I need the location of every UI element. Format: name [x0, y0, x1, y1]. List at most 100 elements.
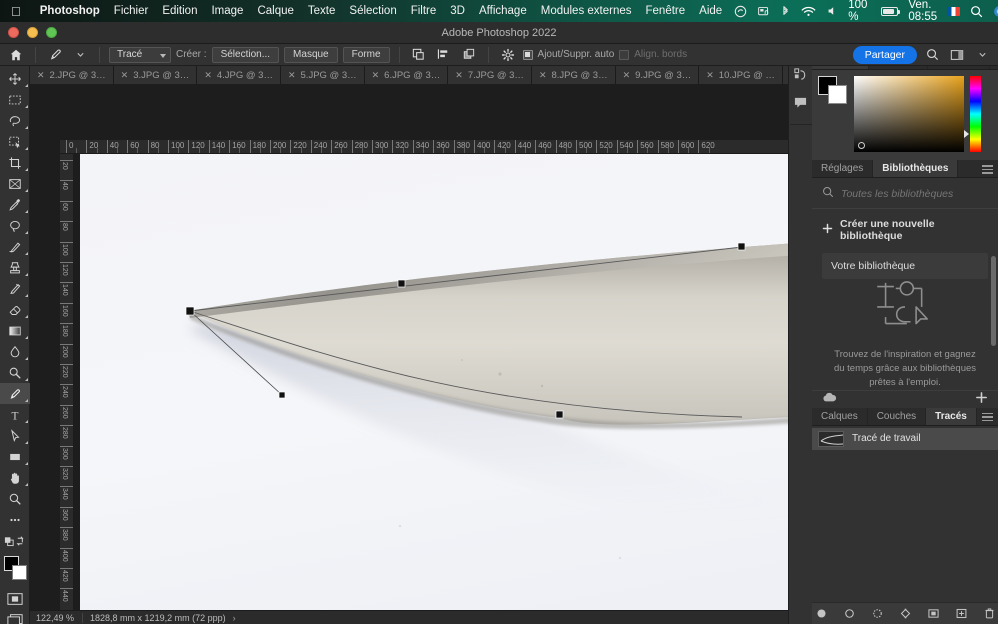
close-icon[interactable]: ✕ — [288, 70, 296, 81]
menu-filtre[interactable]: Filtre — [404, 5, 444, 17]
battery-icon[interactable] — [872, 6, 903, 16]
default-colors-icon[interactable] — [0, 530, 30, 551]
zoom-level-field[interactable]: 122,49 % — [30, 613, 82, 623]
search-icon[interactable] — [922, 46, 942, 64]
eyedropper-tool[interactable] — [0, 194, 30, 215]
new-path-icon[interactable] — [955, 607, 968, 620]
auto-add-delete-checkbox[interactable] — [522, 49, 533, 60]
add-library-item-icon[interactable] — [975, 391, 988, 407]
panel-menu-icon[interactable] — [982, 165, 993, 175]
control-center-icon[interactable] — [988, 5, 998, 18]
make-shape-button[interactable]: Forme — [342, 46, 390, 63]
close-icon[interactable]: ✕ — [539, 70, 547, 81]
menu-affichage[interactable]: Affichage — [472, 5, 534, 17]
home-icon[interactable] — [6, 46, 26, 64]
document-image[interactable] — [80, 154, 811, 624]
pen-tool[interactable] — [0, 383, 30, 404]
share-button[interactable]: Partager — [852, 45, 917, 64]
spot-healing-brush-tool[interactable] — [0, 215, 30, 236]
hue-slider[interactable] — [964, 76, 981, 153]
tab-couches[interactable]: Couches — [868, 407, 927, 425]
frame-tool[interactable] — [0, 173, 30, 194]
close-icon[interactable]: ✕ — [623, 70, 631, 81]
menu-selection[interactable]: Sélection — [342, 5, 403, 17]
french-flag-icon[interactable] — [942, 6, 965, 16]
close-icon[interactable]: ✕ — [706, 70, 714, 81]
creative-cloud-icon[interactable] — [729, 5, 752, 18]
document-tab[interactable]: ✕ 9.JPG @ 3… — [615, 66, 700, 84]
color-swatches[interactable] — [0, 554, 30, 584]
tool-preset-chevron-icon[interactable] — [70, 46, 90, 64]
edit-toolbar-more-icon[interactable] — [0, 509, 30, 530]
type-tool[interactable]: T — [0, 404, 30, 425]
menu-photoshop[interactable]: Photoshop — [33, 5, 107, 17]
make-work-path-icon[interactable] — [899, 607, 912, 620]
color-panel-swatches[interactable] — [818, 76, 848, 105]
apple-logo-icon[interactable]:  — [11, 5, 21, 18]
menu-image[interactable]: Image — [204, 5, 250, 17]
crop-tool[interactable] — [0, 152, 30, 173]
dropbox-icon[interactable] — [752, 5, 775, 18]
rectangular-marquee-tool[interactable] — [0, 89, 30, 110]
path-selection-tool[interactable] — [0, 425, 30, 446]
background-color-swatch[interactable] — [828, 85, 847, 105]
cloud-icon[interactable] — [822, 392, 837, 406]
menu-modules-externes[interactable]: Modules externes — [534, 5, 639, 17]
library-list-item[interactable]: Votre bibliothèque — [822, 253, 988, 280]
close-icon[interactable]: ✕ — [204, 70, 212, 81]
history-brush-tool[interactable] — [0, 278, 30, 299]
zoom-tool[interactable] — [0, 488, 30, 509]
libraries-scrollbar-thumb[interactable] — [991, 256, 996, 347]
rectangle-tool[interactable] — [0, 446, 30, 467]
bezier-handle-point[interactable] — [278, 391, 286, 399]
gradient-tool[interactable] — [0, 320, 30, 341]
brush-tool[interactable] — [0, 236, 30, 257]
geometry-options-gear-icon[interactable] — [498, 46, 518, 64]
path-anchor-point[interactable] — [185, 306, 195, 316]
object-selection-tool[interactable] — [0, 131, 30, 152]
libraries-search-row[interactable] — [812, 178, 998, 210]
path-arrangement-icon[interactable] — [459, 46, 479, 64]
document-tab[interactable]: ✕ 6.JPG @ 3… — [364, 66, 449, 84]
menu-aide[interactable]: Aide — [692, 5, 729, 17]
align-edges-checkbox[interactable] — [619, 49, 630, 60]
clone-stamp-tool[interactable] — [0, 257, 30, 278]
document-tab[interactable]: ✕ 10.JPG @ … — [699, 66, 783, 84]
create-library-button[interactable]: Créer une nouvelle bibliothèque — [812, 209, 998, 251]
tab-traces[interactable]: Tracés — [926, 407, 977, 425]
document-tab[interactable]: ✕ 4.JPG @ 3… — [197, 66, 281, 84]
spotlight-search-icon[interactable] — [965, 5, 988, 18]
canvas-viewport[interactable] — [74, 154, 816, 624]
move-tool[interactable] — [0, 68, 30, 89]
close-icon[interactable]: ✕ — [37, 70, 45, 81]
path-list-item[interactable]: Tracé de travail — [812, 427, 998, 450]
menu-edition[interactable]: Edition — [155, 5, 204, 17]
close-icon[interactable]: ✕ — [121, 70, 129, 81]
hue-slider-marker[interactable] — [964, 130, 969, 139]
menu-calque[interactable]: Calque — [250, 5, 300, 17]
blur-tool[interactable] — [0, 341, 30, 362]
path-mode-select[interactable]: Tracé — [109, 46, 171, 63]
history-panel-icon[interactable] — [790, 64, 812, 84]
vertical-ruler[interactable]: 20 40 60 80 100 120 140 160 180 200 220 240 260 280 30… — [60, 154, 74, 624]
tab-bibliotheques[interactable]: Bibliothèques — [873, 160, 959, 178]
menu-3d[interactable]: 3D — [443, 5, 472, 17]
screen-mode-icon[interactable] — [0, 609, 30, 624]
chevron-down-icon[interactable] — [972, 46, 992, 64]
close-icon[interactable]: ✕ — [372, 70, 380, 81]
document-tab[interactable]: ✕ 5.JPG @ 3… — [280, 66, 365, 84]
document-tab[interactable]: ✕ 8.JPG @ 3… — [531, 66, 616, 84]
path-anchor-point[interactable] — [397, 279, 406, 288]
path-anchor-point[interactable] — [555, 410, 564, 419]
stroke-path-icon[interactable] — [843, 607, 856, 620]
document-tab[interactable]: ✕ 3.JPG @ 3… — [113, 66, 198, 84]
path-alignment-icon[interactable] — [434, 46, 454, 64]
pen-tool-icon[interactable] — [45, 46, 65, 64]
menu-fenetre[interactable]: Fenêtre — [639, 5, 693, 17]
quick-mask-icon[interactable] — [0, 588, 30, 609]
document-tab[interactable]: ✕ 2.JPG @ 3… — [30, 66, 114, 84]
bluetooth-icon[interactable] — [775, 5, 796, 18]
tab-reglages[interactable]: Réglages — [812, 160, 874, 178]
eraser-tool[interactable] — [0, 299, 30, 320]
comments-panel-icon[interactable] — [790, 92, 812, 112]
